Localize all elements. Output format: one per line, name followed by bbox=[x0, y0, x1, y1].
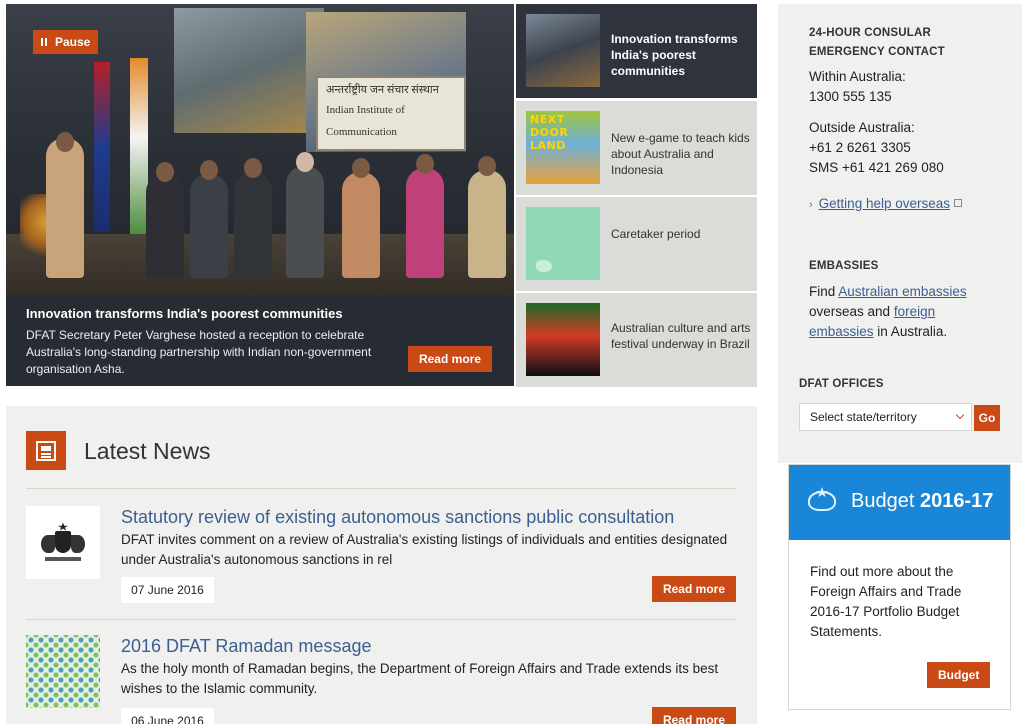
carousel-thumb-brazil[interactable]: Australian culture and arts festival und… bbox=[516, 293, 757, 387]
within-australia-label: Within Australia: bbox=[809, 69, 906, 84]
hero-photo-person bbox=[342, 172, 380, 278]
hero-photo-person-head bbox=[244, 158, 262, 178]
coat-of-arms-icon bbox=[804, 487, 844, 515]
hero-carousel: अन्तर्राष्ट्रीय जन संचार संस्थान Indian … bbox=[6, 4, 514, 386]
hero-photo-person bbox=[190, 174, 228, 278]
hero-photo-person-head bbox=[200, 160, 218, 180]
embassies-heading: EMBASSIES bbox=[809, 260, 879, 272]
carousel-thumb-caretaker[interactable]: Caretaker period bbox=[516, 197, 757, 291]
thumb-title: Innovation transforms India's poorest co… bbox=[611, 32, 738, 78]
hero-photo-person-head bbox=[296, 152, 314, 172]
getting-help-link-row: › Getting help overseas bbox=[809, 194, 963, 215]
thumb-title: New e-game to teach kids about Australia… bbox=[611, 131, 750, 177]
within-australia-phone: 1300 555 135 bbox=[809, 89, 892, 104]
news-item-description: As the holy month of Ramadan begins, the… bbox=[121, 661, 719, 696]
ramadan-pattern-image bbox=[26, 635, 100, 708]
budget-description: Find out more about the Foreign Affairs … bbox=[810, 564, 962, 639]
hero-photo-person-head bbox=[478, 156, 496, 176]
chevron-right-icon: › bbox=[809, 199, 813, 211]
carousel-thumb-innovation[interactable]: Innovation transforms India's poorest co… bbox=[516, 4, 757, 98]
chevron-down-icon bbox=[955, 410, 965, 420]
embassies-end-text: in Australia. bbox=[877, 324, 948, 339]
dfat-offices-heading: DFAT OFFICES bbox=[799, 378, 884, 390]
within-australia: Within Australia: 1300 555 135 bbox=[809, 67, 906, 107]
embassies-find-text: Find bbox=[809, 284, 836, 299]
hero-photo-banner: अन्तर्राष्ट्रीय जन संचार संस्थान Indian … bbox=[316, 76, 466, 151]
news-item-title[interactable]: 2016 DFAT Ramadan message bbox=[121, 635, 371, 657]
foreign-embassies-link-cont[interactable]: embassies bbox=[809, 324, 874, 339]
thumb-image bbox=[526, 207, 600, 280]
hero-photo-person bbox=[234, 172, 272, 278]
budget-title-light: Budget bbox=[851, 490, 915, 512]
outside-australia-label: Outside Australia: bbox=[809, 120, 915, 135]
embassies-text: Find Australian embassies overseas and f… bbox=[809, 282, 967, 342]
news-item-title[interactable]: Statutory review of existing autonomous … bbox=[121, 506, 674, 528]
thumb-image: NEXT DOOR LAND bbox=[526, 111, 600, 184]
hero-photo-person bbox=[406, 168, 444, 278]
state-territory-select[interactable]: Select state/territory bbox=[799, 403, 972, 431]
australian-flag bbox=[94, 62, 110, 232]
divider bbox=[26, 488, 736, 489]
consular-heading: 24-HOUR CONSULAR EMERGENCY CONTACT bbox=[809, 24, 945, 62]
budget-banner[interactable]: Budget 2016-17 bbox=[789, 465, 1010, 540]
thumb-image-text: NEXT DOOR LAND bbox=[530, 113, 569, 152]
pause-label: Pause bbox=[55, 35, 91, 49]
thumb-title: Caretaker period bbox=[611, 227, 701, 241]
consular-heading-line1: 24-HOUR CONSULAR bbox=[809, 27, 932, 39]
latest-news-heading: Latest News bbox=[84, 438, 211, 464]
hero-photo-person-head bbox=[156, 162, 174, 182]
thumb-title: Australian culture and arts festival und… bbox=[611, 321, 751, 351]
go-button[interactable]: Go bbox=[974, 405, 1000, 431]
hero-photo-person bbox=[146, 174, 184, 278]
news-item-date: 07 June 2016 bbox=[121, 577, 214, 603]
budget-button[interactable]: Budget bbox=[927, 662, 991, 688]
pause-button[interactable]: Pause bbox=[33, 30, 99, 54]
news-read-more-button[interactable]: Read more bbox=[651, 707, 736, 724]
latest-news-section: Latest News Statutory review of existing… bbox=[6, 406, 757, 724]
outside-australia-sms: SMS +61 421 269 080 bbox=[809, 160, 944, 175]
hero-read-more-button[interactable]: Read more bbox=[407, 346, 492, 372]
embassies-mid-text: overseas and bbox=[809, 304, 891, 319]
australian-embassies-link[interactable]: Australian embassies bbox=[838, 284, 966, 299]
budget-banner-title: Budget 2016-17 bbox=[851, 490, 993, 513]
thumb-image bbox=[526, 303, 600, 376]
state-territory-select-value: Select state/territory bbox=[810, 410, 917, 424]
newspaper-icon bbox=[26, 431, 66, 470]
hero-photo-screen-left bbox=[174, 8, 324, 133]
outside-australia-phone: +61 2 6261 3305 bbox=[809, 140, 911, 155]
thumb-image bbox=[526, 14, 600, 87]
consular-contact-panel: 24-HOUR CONSULAR EMERGENCY CONTACT Withi… bbox=[778, 4, 1022, 463]
divider bbox=[26, 619, 736, 620]
getting-help-overseas-link[interactable]: Getting help overseas bbox=[819, 196, 950, 211]
carousel-thumb-e-game[interactable]: NEXT DOOR LAND New e-game to teach kids … bbox=[516, 101, 757, 195]
hero-photo-person-head bbox=[56, 132, 74, 152]
hero-caption: Innovation transforms India's poorest co… bbox=[6, 296, 514, 386]
consular-heading-line2: EMERGENCY CONTACT bbox=[809, 46, 945, 58]
foreign-embassies-link[interactable]: foreign bbox=[894, 304, 935, 319]
hero-caption-title: Innovation transforms India's poorest co… bbox=[26, 306, 343, 321]
hero-caption-text: DFAT Secretary Peter Varghese hosted a r… bbox=[26, 328, 372, 376]
external-link-icon bbox=[954, 199, 963, 207]
hero-photo-person-head bbox=[352, 158, 370, 178]
outside-australia: Outside Australia: +61 2 6261 3305 SMS +… bbox=[809, 118, 944, 178]
banner-text-line2: Indian Institute of bbox=[326, 104, 405, 116]
news-item-date: 06 June 2016 bbox=[121, 708, 214, 724]
hero-photo-person-head bbox=[416, 154, 434, 174]
banner-text-hindi: अन्तर्राष्ट्रीय जन संचार संस्थान bbox=[326, 84, 439, 96]
news-read-more-button[interactable]: Read more bbox=[651, 576, 736, 602]
pause-icon bbox=[41, 38, 47, 46]
news-item-description: DFAT invites comment on a review of Aust… bbox=[121, 532, 728, 567]
hero-photo-person bbox=[46, 138, 84, 278]
coat-of-arms-image bbox=[26, 506, 100, 579]
hero-photo-person bbox=[286, 166, 324, 278]
budget-title-bold: 2016-17 bbox=[919, 490, 994, 512]
banner-text-line3: Communication bbox=[326, 126, 397, 138]
carousel-thumbnails: Innovation transforms India's poorest co… bbox=[516, 4, 757, 387]
budget-panel: Budget 2016-17 Find out more about the F… bbox=[788, 464, 1011, 710]
hero-photo-person bbox=[468, 170, 506, 278]
